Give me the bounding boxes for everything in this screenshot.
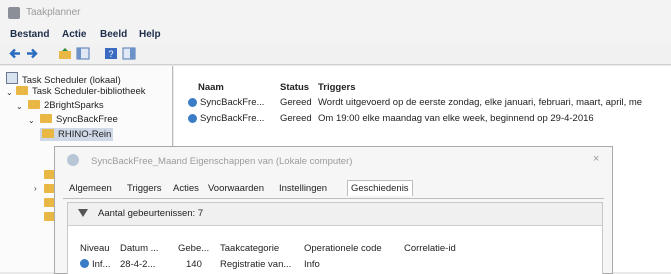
- column-status[interactable]: Status: [280, 82, 309, 93]
- menu-actie[interactable]: Actie: [62, 29, 86, 40]
- tree-item-rhino-rein[interactable]: RHINO-Rein: [40, 128, 114, 141]
- task-properties-dialog: SyncBackFree_Maand Eigenschappen van (Lo…: [54, 146, 613, 274]
- chevron-down-icon[interactable]: ⌄: [28, 116, 35, 125]
- table-row[interactable]: SyncBackFre... Gereed Om 19:00 elke maan…: [174, 112, 671, 126]
- folder-icon: [42, 129, 54, 138]
- column-correlatie-id[interactable]: Correlatie-id: [404, 243, 456, 254]
- filter-bar: Aantal gebeurtenissen: 7: [68, 203, 602, 226]
- column-taakcategorie[interactable]: Taakcategorie: [220, 243, 279, 254]
- folder-icon: [16, 86, 28, 95]
- toolbar: ?: [0, 44, 671, 65]
- filter-icon[interactable]: [78, 209, 88, 217]
- history-panel: Aantal gebeurtenissen: 7 Niveau Datum ..…: [67, 202, 603, 274]
- chevron-right-icon[interactable]: ›: [34, 184, 37, 193]
- column-niveau[interactable]: Niveau: [80, 243, 110, 254]
- event-level[interactable]: Inf...: [92, 259, 110, 270]
- menu-bestand[interactable]: Bestand: [10, 29, 49, 40]
- tree-item-root[interactable]: Task Scheduler (lokaal): [6, 72, 121, 86]
- tree-label-2brightsparks: 2BrightSparks: [44, 100, 104, 111]
- tab-geschiedenis[interactable]: Geschiedenis: [347, 180, 413, 196]
- chevron-down-icon[interactable]: ⌄: [16, 102, 23, 111]
- task-icon: [188, 98, 197, 107]
- task-name: SyncBackFre...: [200, 113, 265, 124]
- tree-label-root: Task Scheduler (lokaal): [22, 75, 121, 86]
- task-trigger: Om 19:00 elke maandag van elke week, beg…: [318, 113, 594, 124]
- tab-voorwaarden[interactable]: Voorwaarden: [208, 183, 264, 194]
- column-operationele-code[interactable]: Operationele code: [304, 243, 382, 254]
- event-count: Aantal gebeurtenissen: 7: [98, 208, 204, 219]
- tab-divider: [63, 198, 604, 199]
- tree-item-syncbackfree[interactable]: SyncBackFree: [40, 114, 118, 125]
- tree-label-syncbackfree: SyncBackFree: [56, 114, 118, 125]
- folder-up-icon[interactable]: [58, 47, 72, 60]
- show-hide-console-tree-icon[interactable]: [76, 47, 90, 60]
- tree-item-library[interactable]: Task Scheduler-bibliotheek: [16, 86, 146, 97]
- event-id[interactable]: 140: [186, 259, 202, 270]
- event-opcode[interactable]: Info: [304, 259, 320, 270]
- tree-label-library: Task Scheduler-bibliotheek: [32, 86, 146, 97]
- task-status: Gereed: [280, 97, 312, 108]
- menu-bar: Bestand Actie Beeld Help: [0, 26, 671, 44]
- dialog-title: SyncBackFree_Maand Eigenschappen van (Lo…: [91, 156, 353, 167]
- action-pane-icon[interactable]: [122, 47, 136, 60]
- event-category[interactable]: Registratie van...: [220, 259, 291, 270]
- folder-icon: [40, 114, 52, 123]
- task-scheduler-icon: [8, 7, 20, 19]
- back-arrow-icon[interactable]: [8, 47, 22, 60]
- task-icon: [188, 114, 197, 123]
- tab-triggers[interactable]: Triggers: [127, 183, 162, 194]
- forward-arrow-icon[interactable]: [25, 47, 39, 60]
- chevron-down-icon[interactable]: ⌄: [6, 88, 13, 97]
- task-scheduler-icon: [6, 72, 18, 84]
- folder-icon: [28, 100, 40, 109]
- task-status: Gereed: [280, 113, 312, 124]
- menu-beeld[interactable]: Beeld: [100, 29, 127, 40]
- column-naam[interactable]: Naam: [198, 82, 224, 93]
- svg-text:?: ?: [108, 49, 113, 59]
- column-triggers[interactable]: Triggers: [318, 82, 356, 93]
- menu-help[interactable]: Help: [139, 29, 161, 40]
- tab-algemeen[interactable]: Algemeen: [69, 183, 112, 194]
- info-icon: [80, 259, 89, 268]
- tree-item-2brightsparks[interactable]: 2BrightSparks: [28, 100, 104, 111]
- task-name: SyncBackFre...: [200, 97, 265, 108]
- column-datum[interactable]: Datum ...: [120, 243, 159, 254]
- event-date[interactable]: 28-4-2...: [120, 259, 155, 270]
- tab-acties[interactable]: Acties: [173, 183, 199, 194]
- help-icon[interactable]: ?: [104, 47, 118, 60]
- column-gebeurtenis[interactable]: Gebe...: [178, 243, 209, 254]
- close-icon[interactable]: ×: [593, 153, 599, 165]
- table-row[interactable]: SyncBackFre... Gereed Wordt uitgevoerd o…: [174, 96, 671, 110]
- task-icon: [67, 154, 79, 166]
- title-bar: Taakplanner: [0, 0, 671, 26]
- task-trigger: Wordt uitgevoerd op de eerste zondag, el…: [318, 97, 643, 108]
- tree-label-rhino-rein: RHINO-Rein: [58, 129, 112, 140]
- tab-instellingen[interactable]: Instellingen: [279, 183, 327, 194]
- window-title: Taakplanner: [26, 7, 81, 18]
